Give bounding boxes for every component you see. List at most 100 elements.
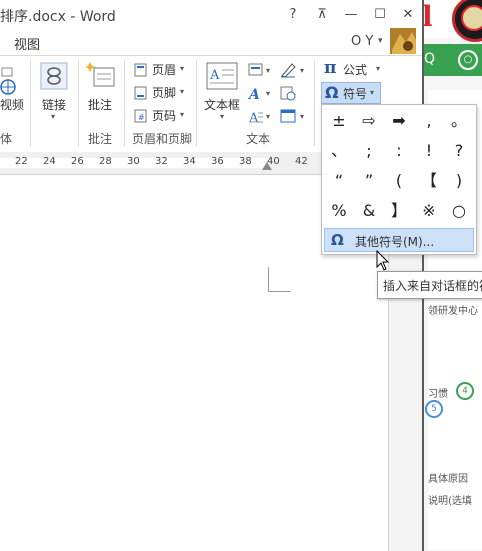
group-divider [314,60,315,146]
object-chevron-icon[interactable]: ▾ [300,112,304,121]
right-indent-marker[interactable] [262,162,272,170]
online-video-icon[interactable] [0,66,18,96]
background-text-line: 说明(选填 [428,496,472,507]
background-text-line: 习惯 [428,389,448,400]
maximize-button[interactable]: ☐ [369,4,391,26]
word-window: 排序.docx - Word ? ⊼ — ☐ ✕ 视图 O Y ▾ 视频 体 链… [0,0,424,551]
media-group-label: 体 [0,132,13,146]
group-divider [196,60,197,146]
badge-inner [461,5,482,31]
help-button[interactable]: ? [282,4,304,26]
user-menu-chevron-icon[interactable]: ▾ [378,36,383,46]
equation-dropdown-chevron-icon: ▾ [376,64,381,73]
signature-line-icon[interactable] [280,62,296,78]
more-symbols-menu-item[interactable]: Ω 其他符号(M)... [324,228,474,252]
text-box-label[interactable]: 文本框 [204,96,240,113]
page-number-dropdown-chevron-icon: ▾ [180,110,185,119]
online-video-label[interactable]: 视频 [0,96,24,113]
links-label[interactable]: 链接 [42,96,66,113]
symbol-cell[interactable]: & [354,196,384,226]
symbol-cell[interactable]: , [414,106,444,136]
tab-view[interactable]: 视图 [14,34,40,53]
symbol-cell[interactable]: 【 [414,166,444,196]
background-nav-text: Q [424,51,436,67]
user-avatar[interactable] [390,28,416,54]
quick-parts-chevron-icon[interactable]: ▾ [266,66,270,75]
footer-label: 页脚 [152,86,177,100]
user-account-name[interactable]: O Y [351,34,373,49]
tooltip: 插入来自对话框的符号 [377,271,482,299]
mouse-cursor-icon [376,250,390,271]
links-dropdown-chevron-icon[interactable]: ▾ [51,112,55,121]
background-blue-badge: 5 [425,400,443,418]
text-box-dropdown-chevron-icon[interactable]: ▾ [220,112,224,121]
ruler-tick-label: 38 [239,156,252,167]
svg-text:#: # [138,113,145,122]
symbol-cell[interactable]: ? [444,136,474,166]
tooltip-text: 插入来自对话框的符号 [383,279,482,293]
footer-icon [134,86,147,100]
comments-group-label: 批注 [88,132,113,146]
avatar-image-icon [390,28,416,54]
ruler-tick-label: 34 [183,156,196,167]
symbol-cell[interactable]: “ [324,166,354,196]
symbol-cell[interactable]: % [324,196,354,226]
ruler-tick-label: 42 [295,156,308,167]
svg-text:A: A [209,68,220,83]
ribbon-tabs: 视图 O Y ▾ [0,30,422,54]
comment-label[interactable]: 批注 [88,96,112,113]
drop-cap-icon[interactable]: A [248,109,264,123]
object-icon[interactable] [280,108,296,124]
symbol-cell[interactable]: ⇨ [354,106,384,136]
symbol-cell[interactable]: ) [444,166,474,196]
page-number-label: 页码 [152,109,177,123]
date-time-icon[interactable] [280,85,296,101]
wordart-icon[interactable]: A [248,86,264,100]
header-dropdown-chevron-icon: ▾ [180,64,185,73]
title-bar: 排序.docx - Word ? ⊼ — ☐ ✕ [0,0,422,30]
symbol-cell[interactable]: ※ [414,196,444,226]
svg-text:A: A [248,111,259,123]
close-button[interactable]: ✕ [397,4,419,26]
wordart-chevron-icon[interactable]: ▾ [266,89,270,98]
group-divider [124,60,125,146]
ruler-tick-label: 32 [155,156,168,167]
ruler-tick-label: 26 [71,156,84,167]
svg-text:A: A [248,87,260,100]
ruler-tick-label: 28 [99,156,112,167]
symbol-cell[interactable]: 、 [324,136,354,166]
symbol-cell[interactable]: : [384,136,414,166]
symbol-cell[interactable]: 】 [384,196,414,226]
ribbon-display-options-button[interactable]: ⊼ [311,4,333,26]
symbol-cell[interactable]: ! [414,136,444,166]
header-footer-group-label: 页眉和页脚 [132,132,193,146]
link-icon[interactable] [40,62,68,92]
symbol-cell[interactable]: ➡ [384,106,414,136]
symbol-cell[interactable]: ○ [444,196,474,226]
signature-line-chevron-icon[interactable]: ▾ [300,66,304,75]
symbol-cell[interactable]: ; [354,136,384,166]
footer-dropdown-chevron-icon: ▾ [180,87,185,96]
background-banner: l [422,0,482,42]
ruler-tick-label: 24 [43,156,56,167]
group-divider [78,60,79,146]
symbol-dropdown-chevron-icon: ▾ [370,88,375,97]
new-comment-icon[interactable] [86,60,116,90]
symbol-cell[interactable]: ” [354,166,384,196]
symbol-cell[interactable]: 。 [444,106,474,136]
margin-corner-mark [268,267,291,292]
symbol-cell[interactable]: ± [324,106,354,136]
equation-button[interactable]: π 公式 ▾ [324,58,386,80]
minimize-button[interactable]: — [340,4,362,26]
symbol-label: 符号 [343,87,368,101]
symbol-omega-icon: Ω [325,83,339,102]
background-user-icon[interactable]: ○ [458,50,478,70]
drop-cap-chevron-icon[interactable]: ▾ [266,112,270,121]
text-box-icon[interactable]: A [206,62,238,92]
quick-parts-icon[interactable] [248,63,264,77]
symbol-button[interactable]: Ω 符号 ▾ [321,82,381,104]
symbol-cell[interactable]: ( [384,166,414,196]
ruler-tick-label: 30 [127,156,140,167]
header-icon [134,63,147,77]
background-text-line: 具体原因 [428,474,468,485]
